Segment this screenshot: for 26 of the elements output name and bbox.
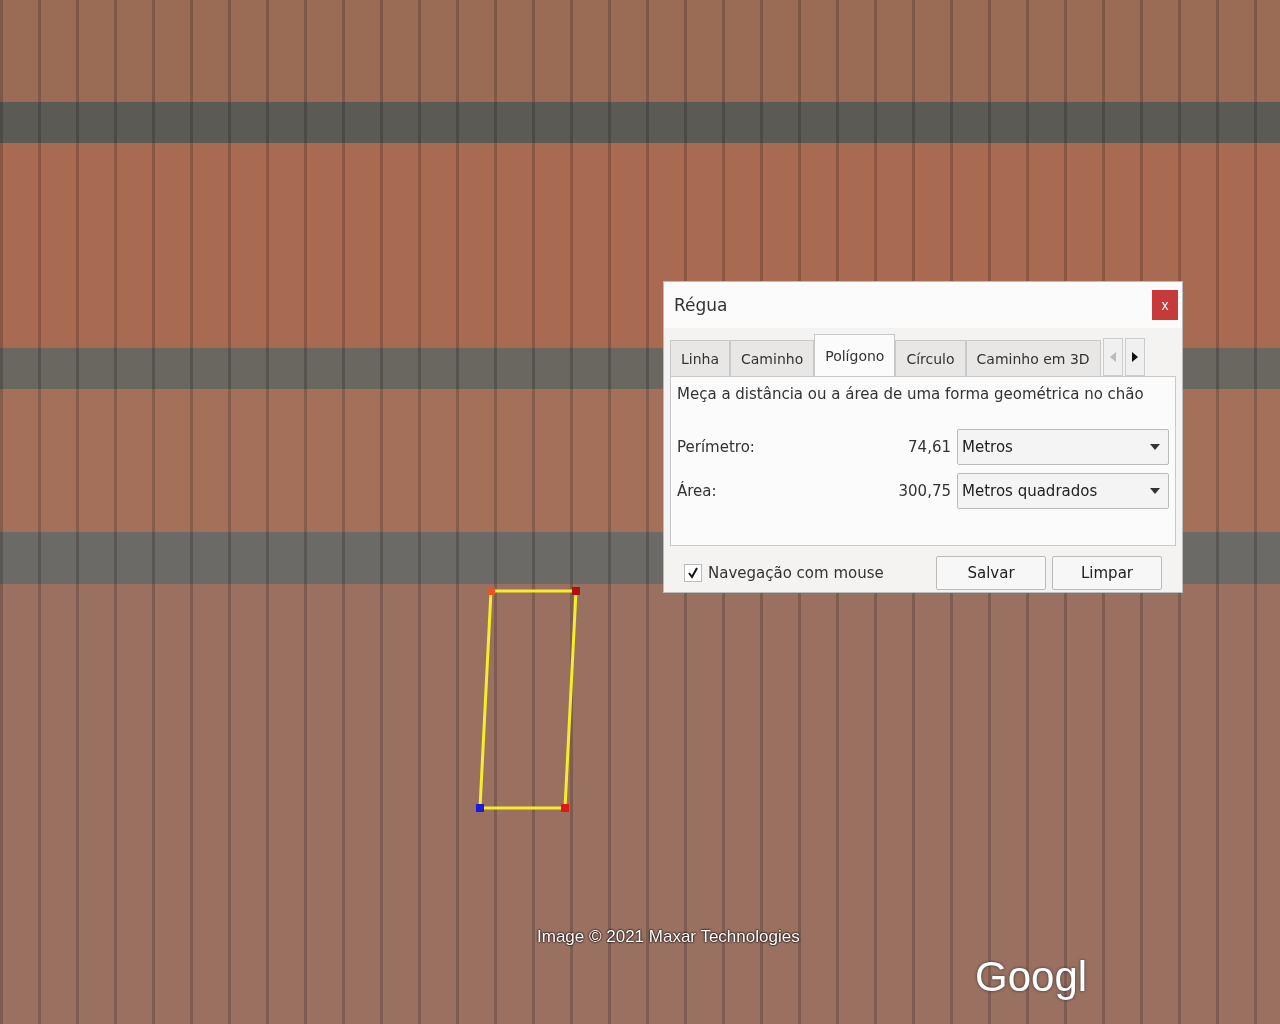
- measurement-value: 74,61: [907, 438, 952, 456]
- tab[interactable]: Linha: [670, 340, 730, 376]
- tab[interactable]: Caminho em 3D: [965, 340, 1101, 376]
- left-triangle-icon: [1109, 352, 1116, 362]
- unit-dropdown[interactable]: Metros quadrados: [957, 473, 1169, 509]
- tab[interactable]: Círculo: [895, 340, 966, 376]
- dialog-button[interactable]: Salvar: [936, 556, 1046, 590]
- measurement-value: 300,75: [897, 482, 952, 500]
- dialog-button[interactable]: Limpar: [1052, 556, 1162, 590]
- tab[interactable]: Polígono: [814, 334, 896, 376]
- tab[interactable]: Caminho: [730, 340, 815, 376]
- measurement-label: Área:: [677, 482, 718, 500]
- unit-dropdown[interactable]: Metros: [957, 429, 1169, 465]
- right-triangle-icon: [1131, 352, 1138, 362]
- checkbox[interactable]: [684, 564, 702, 582]
- imagery-attribution: Image © 2021 Maxar Technologies: [537, 927, 800, 947]
- checkbox-label[interactable]: Navegação com mouse: [708, 564, 884, 582]
- caret-icon: [1150, 488, 1160, 494]
- map-logo: Googl: [975, 953, 1088, 1001]
- description-text: Meça a distância ou a área de uma forma geométrica no chão: [677, 385, 1145, 403]
- scroll-right-button[interactable]: [1124, 338, 1145, 376]
- caret-icon: [1150, 444, 1160, 450]
- checkmark-icon: [687, 567, 699, 579]
- measurement-label: Perímetro:: [677, 438, 756, 456]
- dialog-title: Régua: [674, 295, 728, 315]
- close-button[interactable]: x: [1152, 290, 1178, 320]
